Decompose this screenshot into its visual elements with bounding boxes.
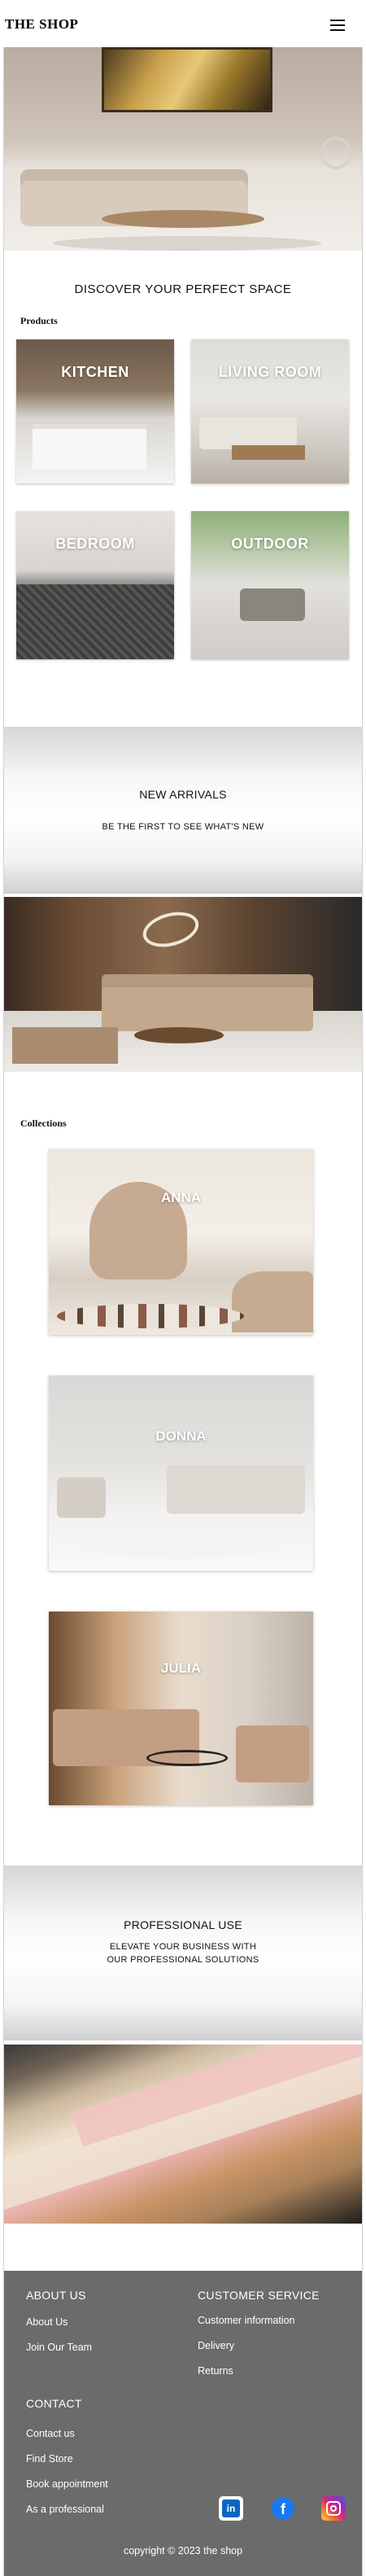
footer-link-book-appointment[interactable]: Book appointment (26, 2478, 108, 2490)
instagram-icon[interactable] (321, 2496, 346, 2521)
collection-card-julia[interactable]: JULIA (49, 1612, 313, 1805)
hamburger-menu-icon[interactable] (330, 20, 345, 31)
linkedin-icon[interactable]: in (219, 2496, 243, 2521)
fabric-samples-image (4, 2045, 362, 2224)
wall-art (102, 47, 272, 112)
rug (53, 236, 321, 251)
new-arrivals-title: NEW ARRIVALS (139, 788, 227, 801)
professional-subtitle-line-2: OUR PROFESSIONAL SOLUTIONS (107, 1955, 259, 1965)
footer-link-find-store[interactable]: Find Store (26, 2453, 73, 2464)
footer-link-join-our-team[interactable]: Join Our Team (26, 2342, 92, 2353)
sofa (167, 1465, 305, 1514)
sofa (236, 1725, 309, 1782)
bench (12, 1027, 118, 1064)
site-footer: ABOUT US About Us Join Our Team CUSTOMER… (4, 2271, 362, 2576)
category-label: KITCHEN (61, 364, 129, 380)
category-label: BEDROOM (55, 536, 135, 552)
collection-label: JULIA (160, 1660, 202, 1676)
footer-link-as-a-professional[interactable]: As a professional (26, 2504, 104, 2515)
category-card-outdoor[interactable]: OUTDOOR (191, 511, 349, 659)
outdoor-chair (240, 588, 305, 621)
living-room-image (4, 897, 362, 1072)
coffee-table (134, 1027, 224, 1043)
collection-card-donna[interactable]: DONNA (49, 1375, 313, 1571)
sofa (102, 974, 313, 1031)
category-card-living-room[interactable]: LIVING ROOM (191, 339, 349, 483)
footer-link-about-us[interactable]: About Us (26, 2316, 68, 2328)
category-card-bedroom[interactable]: BEDROOM (16, 511, 174, 659)
armchair (232, 1271, 313, 1332)
logo[interactable]: THE SHOP (5, 16, 78, 33)
new-arrivals-subtitle: BE THE FIRST TO SEE WHAT'S NEW (102, 822, 264, 832)
armchair (57, 1477, 106, 1518)
professional-use-banner[interactable]: PROFESSIONAL USE ELEVATE YOUR BUSINESS W… (4, 1865, 362, 2040)
footer-link-customer-information[interactable]: Customer information (198, 2315, 295, 2326)
rug (57, 1304, 244, 1328)
kitchen-island (33, 429, 146, 470)
collection-card-anna[interactable]: ANNA (49, 1149, 313, 1335)
footer-about-heading: ABOUT US (26, 2289, 86, 2302)
collection-label: ANNA (160, 1190, 202, 1205)
products-heading: Products (20, 315, 58, 326)
discover-title: DISCOVER YOUR PERFECT SPACE (74, 282, 292, 296)
collection-label: DONNA (155, 1428, 207, 1444)
new-arrivals-banner[interactable]: NEW ARRIVALS BE THE FIRST TO SEE WHAT'S … (4, 727, 362, 894)
site-header: THE SHOP (0, 0, 366, 47)
category-label: LIVING ROOM (218, 364, 322, 380)
coffee-table (146, 1750, 228, 1766)
footer-link-contact-us[interactable]: Contact us (26, 2428, 75, 2439)
category-card-kitchen[interactable]: KITCHEN (16, 339, 174, 483)
footer-contact-heading: CONTACT (26, 2397, 82, 2410)
rug (73, 1526, 285, 1559)
hero-image (4, 47, 362, 251)
footer-customer-service-heading: CUSTOMER SERVICE (198, 2289, 320, 2302)
floor-lamp (320, 137, 352, 169)
professional-subtitle-line-1: ELEVATE YOUR BUSINESS WITH (109, 1942, 257, 1952)
coffee-table (102, 210, 264, 228)
copyright-text: copyright © 2023 the shop (123, 2545, 243, 2556)
footer-link-delivery[interactable]: Delivery (198, 2340, 234, 2351)
footer-link-returns[interactable]: Returns (198, 2365, 233, 2377)
facebook-icon[interactable]: f (271, 2496, 295, 2521)
sofa (199, 417, 297, 449)
professional-title: PROFESSIONAL USE (124, 1918, 242, 1931)
collections-heading: Collections (20, 1117, 67, 1129)
wall-sculpture (139, 906, 203, 953)
bed (16, 584, 174, 659)
coffee-table (232, 445, 305, 460)
category-label: OUTDOOR (231, 536, 309, 552)
